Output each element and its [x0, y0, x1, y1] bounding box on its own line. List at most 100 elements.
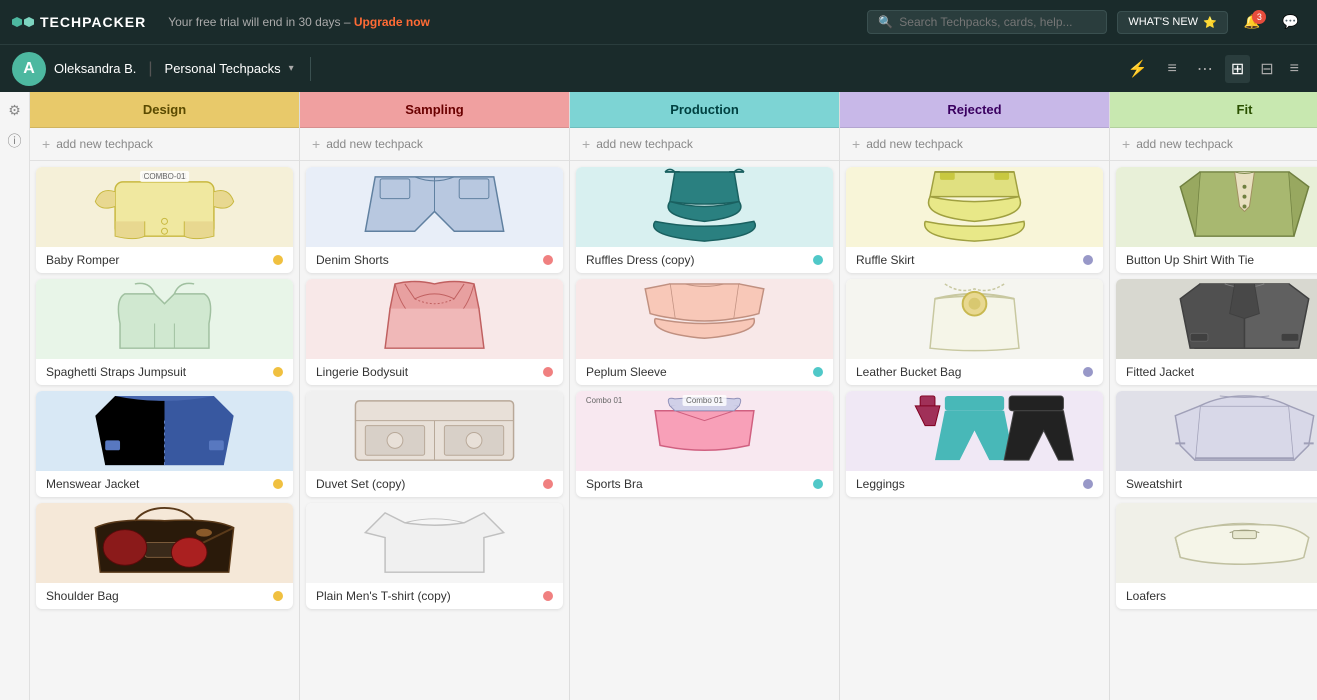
card[interactable]: Loafers [1116, 503, 1317, 609]
card-image [846, 167, 1103, 247]
add-techpack-rejected[interactable]: +add new techpack [840, 128, 1109, 161]
column-production: Production+add new techpack Ruffles Dres… [570, 92, 840, 700]
card-image: COMBO - 01 COMBO-01 [36, 167, 293, 247]
workspace-name[interactable]: Personal Techpacks [165, 61, 281, 76]
add-techpack-production[interactable]: +add new techpack [570, 128, 839, 161]
card-title: Sports Bra [586, 477, 813, 491]
card-title: Baby Romper [46, 253, 273, 267]
card-image [846, 279, 1103, 359]
filter-button[interactable]: ⚡ [1120, 55, 1156, 83]
card-footer: Ruffle Skirt [846, 247, 1103, 273]
card[interactable]: Fitted Jacket [1116, 279, 1317, 385]
card-image [36, 391, 293, 471]
card[interactable]: Combo 01 Combo 01 Sports Bra [576, 391, 833, 497]
card-title: Spaghetti Straps Jumpsuit [46, 365, 273, 379]
add-techpack-design[interactable]: +add new techpack [30, 128, 299, 161]
card[interactable]: Peplum Sleeve [576, 279, 833, 385]
view-controls: ⚡ ≡ ⋯ ⊞ ⊟ ≡ [1120, 55, 1305, 83]
card-image [1116, 503, 1317, 583]
card-status-dot [273, 367, 283, 377]
card[interactable]: Spaghetti Straps Jumpsuit [36, 279, 293, 385]
card-footer: Sweatshirt [1116, 471, 1317, 497]
whats-new-button[interactable]: WHAT'S NEW ⭐ [1117, 11, 1227, 34]
second-nav: A Oleksandra B. | Personal Techpacks ▾ ⚡… [0, 44, 1317, 92]
column-header-production: Production [570, 92, 839, 128]
plus-icon: + [312, 136, 320, 152]
notifications-button[interactable]: 🔔 3 [1238, 12, 1267, 32]
grid-view-button[interactable]: ⊟ [1254, 55, 1279, 83]
card-title: Leggings [856, 477, 1083, 491]
settings-icon[interactable]: ⚙ [8, 102, 21, 119]
plus-icon: + [42, 136, 50, 152]
card-title: Shoulder Bag [46, 589, 273, 603]
cards-container-rejected: Ruffle Skirt Leather Bucket Bag Leggings [840, 161, 1109, 700]
card[interactable]: Button Up Shirt With Tie [1116, 167, 1317, 273]
card-title: Sweatshirt [1126, 477, 1317, 491]
kanban-board: Design+add new techpack COMBO - 01 COMBO… [30, 92, 1317, 700]
card[interactable]: Leather Bucket Bag [846, 279, 1103, 385]
user-name[interactable]: Oleksandra B. [54, 61, 136, 76]
column-header-sampling: Sampling [300, 92, 569, 128]
workspace-chevron-icon[interactable]: ▾ [289, 63, 294, 74]
card-footer: Lingerie Bodysuit [306, 359, 563, 385]
card[interactable]: Plain Men's T-shirt (copy) [306, 503, 563, 609]
chat-button[interactable]: 💬 [1276, 12, 1305, 32]
card-image [36, 503, 293, 583]
card-title: Loafers [1126, 589, 1317, 603]
card[interactable]: Ruffles Dress (copy) [576, 167, 833, 273]
card-footer: Leggings [846, 471, 1103, 497]
card[interactable]: Ruffle Skirt [846, 167, 1103, 273]
svg-text:Combo 01: Combo 01 [586, 396, 622, 405]
card-image [576, 167, 833, 247]
card-title: Plain Men's T-shirt (copy) [316, 589, 543, 603]
card-image [306, 167, 563, 247]
combo-label: Combo 01 [682, 395, 727, 406]
cards-container-fit: Button Up Shirt With Tie Fitted Jacket S… [1110, 161, 1317, 700]
card-image [846, 391, 1103, 471]
card-footer: Shoulder Bag [36, 583, 293, 609]
combo-label: COMBO-01 [140, 171, 190, 182]
cards-container-production: Ruffles Dress (copy) Peplum Sleeve Combo… [570, 161, 839, 700]
search-bar[interactable]: 🔍 [867, 10, 1107, 34]
add-techpack-sampling[interactable]: +add new techpack [300, 128, 569, 161]
card-title: Peplum Sleeve [586, 365, 813, 379]
card-title: Fitted Jacket [1126, 365, 1317, 379]
column-header-fit: Fit [1110, 92, 1317, 128]
card[interactable]: Sweatshirt [1116, 391, 1317, 497]
cards-container-design: COMBO - 01 COMBO-01 Baby Romper Spaghetti… [30, 161, 299, 700]
card-title: Ruffle Skirt [856, 253, 1083, 267]
card-status-dot [273, 255, 283, 265]
card-image [1116, 167, 1317, 247]
card-footer: Spaghetti Straps Jumpsuit [36, 359, 293, 385]
add-techpack-fit[interactable]: +add new techpack [1110, 128, 1317, 161]
card-image [306, 279, 563, 359]
card-image [1116, 279, 1317, 359]
search-input[interactable] [899, 15, 1096, 29]
card[interactable]: Denim Shorts [306, 167, 563, 273]
more-options-button[interactable]: ⋯ [1189, 55, 1221, 83]
column-header-design: Design [30, 92, 299, 128]
sort-button[interactable]: ≡ [1160, 56, 1185, 82]
card-footer: Baby Romper [36, 247, 293, 273]
card[interactable]: Lingerie Bodysuit [306, 279, 563, 385]
card[interactable]: Duvet Set (copy) [306, 391, 563, 497]
card-footer: Menswear Jacket [36, 471, 293, 497]
card[interactable]: Leggings [846, 391, 1103, 497]
notification-badge: 3 [1252, 10, 1266, 24]
card-image [306, 503, 563, 583]
search-icon: 🔍 [878, 15, 893, 29]
card[interactable]: Menswear Jacket [36, 391, 293, 497]
kanban-view-button[interactable]: ⊞ [1225, 55, 1250, 83]
upgrade-link[interactable]: Upgrade now [354, 15, 430, 29]
card[interactable]: COMBO - 01 COMBO-01 Baby Romper [36, 167, 293, 273]
info-icon[interactable]: ⓘ [8, 131, 22, 151]
card[interactable]: Shoulder Bag [36, 503, 293, 609]
column-rejected: Rejected+add new techpack Ruffle Skirt L… [840, 92, 1110, 700]
card-status-dot [1083, 255, 1093, 265]
card-status-dot [543, 591, 553, 601]
card-title: Menswear Jacket [46, 477, 273, 491]
logo[interactable]: TECHPACKER [12, 14, 146, 30]
plus-icon: + [852, 136, 860, 152]
list-view-button[interactable]: ≡ [1284, 56, 1305, 82]
card-image: Combo 01 Combo 01 [576, 391, 833, 471]
